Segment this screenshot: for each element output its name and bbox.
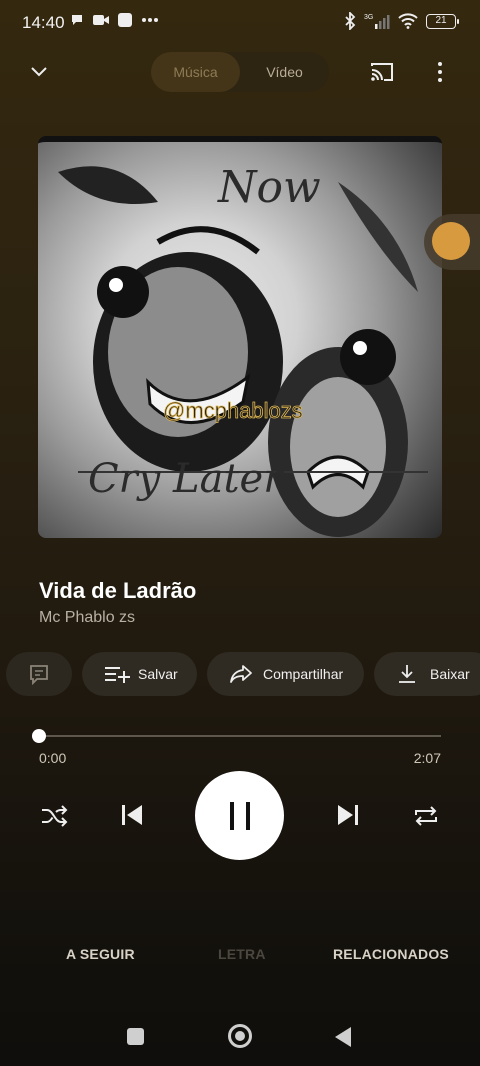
save-label: Salvar bbox=[138, 666, 178, 682]
download-icon bbox=[399, 665, 415, 683]
pause-button[interactable] bbox=[195, 771, 284, 860]
comments-button[interactable] bbox=[6, 652, 72, 696]
cast-icon bbox=[371, 63, 393, 81]
status-bar: 14:40 3G 21 bbox=[0, 0, 480, 44]
previous-button[interactable] bbox=[116, 799, 148, 831]
shuffle-button[interactable] bbox=[38, 800, 70, 832]
status-icons-left bbox=[70, 13, 159, 27]
add-to-playlist-icon bbox=[105, 667, 130, 683]
dot-icon bbox=[438, 62, 442, 66]
player-top-bar: Música Vídeo bbox=[0, 50, 480, 94]
recents-button[interactable] bbox=[127, 1028, 144, 1045]
wifi-icon bbox=[398, 13, 418, 29]
repeat-button[interactable] bbox=[410, 800, 442, 832]
bluetooth-icon bbox=[345, 12, 356, 30]
back-button[interactable] bbox=[335, 1027, 351, 1047]
next-button[interactable] bbox=[332, 799, 364, 831]
progress-bar[interactable] bbox=[39, 735, 441, 737]
skip-next-icon bbox=[338, 805, 358, 825]
more-notifications-icon bbox=[142, 18, 158, 22]
tab-lyrics[interactable]: LETRA bbox=[218, 946, 266, 962]
album-artwork-illustration: Now Cry Later @mcphablozs bbox=[58, 162, 428, 537]
progress-thumb[interactable] bbox=[32, 729, 46, 743]
tab-related[interactable]: RELACIONADOS bbox=[333, 946, 449, 962]
share-label: Compartilhar bbox=[263, 666, 344, 682]
art-text-top: Now bbox=[217, 162, 321, 213]
shuffle-icon bbox=[42, 805, 68, 827]
signal-icon: 3G bbox=[364, 14, 390, 29]
more-options-button[interactable] bbox=[428, 58, 452, 86]
dot-icon bbox=[438, 70, 442, 74]
collapse-player-button[interactable] bbox=[26, 58, 52, 84]
floating-assistant-bubble[interactable] bbox=[424, 214, 480, 270]
chat-bubble-icon bbox=[72, 15, 82, 25]
home-button[interactable] bbox=[228, 1024, 252, 1048]
chevron-down-icon bbox=[31, 67, 47, 77]
tab-music[interactable]: Música bbox=[151, 52, 240, 92]
elapsed-time: 0:00 bbox=[39, 750, 67, 766]
share-button[interactable]: Compartilhar bbox=[207, 652, 364, 696]
video-camera-icon bbox=[93, 15, 109, 25]
album-art: Now Cry Later @mcphablozs bbox=[38, 136, 442, 538]
music-video-toggle: Música Vídeo bbox=[151, 52, 329, 92]
skip-previous-icon bbox=[122, 805, 142, 825]
download-label: Baixar bbox=[430, 666, 470, 682]
app-notification-icon bbox=[118, 13, 132, 27]
action-chips: Salvar Compartilhar Baixar bbox=[0, 652, 480, 696]
song-title: Vida de Ladrão bbox=[39, 578, 197, 603]
pause-icon bbox=[229, 801, 250, 830]
comment-icon bbox=[30, 665, 48, 685]
save-button[interactable]: Salvar bbox=[82, 652, 197, 696]
system-nav-bar bbox=[0, 1006, 480, 1066]
total-duration: 2:07 bbox=[413, 750, 441, 766]
repeat-icon bbox=[415, 806, 437, 826]
song-artist[interactable]: Mc Phablo zs bbox=[39, 609, 135, 627]
assistant-icon bbox=[432, 222, 470, 260]
download-button[interactable]: Baixar bbox=[374, 652, 480, 696]
network-label: 3G bbox=[364, 14, 373, 21]
battery-indicator: 21 bbox=[426, 13, 459, 29]
tab-up-next[interactable]: A SEGUIR bbox=[66, 946, 135, 962]
dot-icon bbox=[438, 78, 442, 82]
art-watermark: @mcphablozs bbox=[163, 398, 303, 423]
cast-button[interactable] bbox=[368, 58, 396, 86]
art-text-bottom: Cry Later bbox=[88, 456, 285, 502]
status-time: 14:40 bbox=[22, 13, 65, 32]
status-icons-right: 3G 21 bbox=[344, 12, 459, 30]
tab-video[interactable]: Vídeo bbox=[240, 52, 329, 92]
share-icon bbox=[230, 665, 252, 683]
player-bottom-tabs: A SEGUIR LETRA RELACIONADOS bbox=[0, 932, 480, 976]
